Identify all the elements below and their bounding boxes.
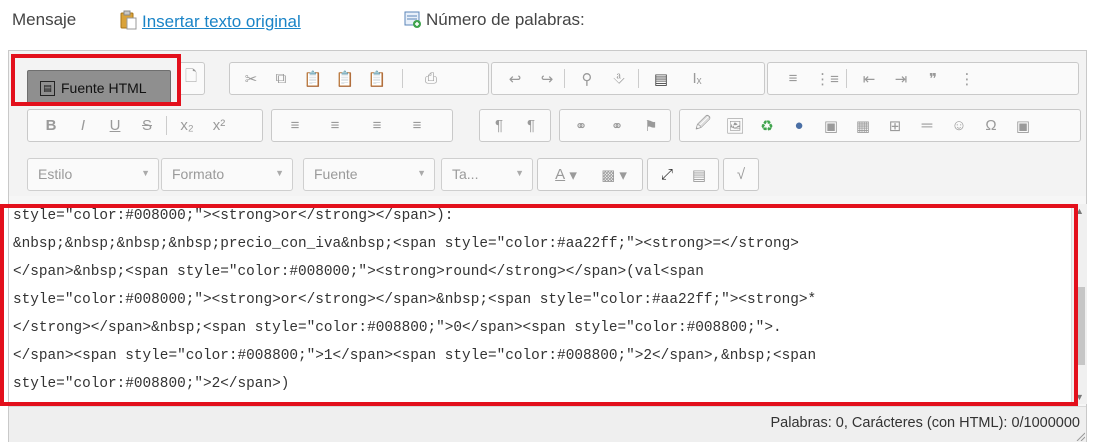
style-combo[interactable]: Estilo ▼	[27, 158, 159, 191]
format-combo-label: Formato	[172, 166, 225, 182]
outdent-icon[interactable]: ⇤	[854, 63, 884, 94]
blockquote-icon[interactable]: ❞	[918, 63, 948, 94]
numbered-list-icon[interactable]: ≡	[778, 63, 808, 94]
word-count: Número de palabras:	[404, 10, 585, 30]
undo-icon[interactable]: ↩	[500, 63, 530, 94]
iframe-icon[interactable]: ▣	[1008, 110, 1038, 141]
basic-styles-group: B I U S x₂ x²	[27, 109, 263, 142]
remove-format-icon[interactable]: Iₓ	[682, 63, 712, 94]
style-combo-label: Estilo	[38, 166, 73, 182]
underline-icon[interactable]: U	[100, 110, 130, 141]
horizontal-rule-icon[interactable]: ═	[912, 110, 942, 141]
links-group: ⚭ ⚭ ⚑	[559, 109, 671, 142]
clipboard-icon	[118, 10, 138, 30]
flash-icon[interactable]: ▦	[848, 110, 878, 141]
chevron-down-icon: ▼	[417, 168, 426, 178]
avatar-image-icon[interactable]: ●	[784, 110, 814, 141]
word-count-icon	[404, 10, 422, 28]
ltr-icon[interactable]: ¶	[484, 110, 514, 141]
source-area-highlight	[0, 204, 1078, 406]
insert-original-text-link[interactable]: Insertar texto original	[142, 12, 301, 31]
subscript-icon[interactable]: x₂	[172, 110, 202, 141]
text-color-icon[interactable]: A ▾	[544, 159, 588, 190]
mensaje-label: Mensaje	[12, 10, 77, 29]
word-count-label: Número de palabras:	[426, 10, 585, 29]
copy-icon[interactable]: ⧉	[266, 63, 296, 94]
align-left-icon[interactable]: ≡	[280, 110, 310, 141]
size-combo[interactable]: Ta... ▼	[441, 158, 533, 191]
paste-text-icon[interactable]: 📋	[330, 63, 360, 94]
math-formula-icon[interactable]: √	[726, 159, 756, 190]
image-icon[interactable]: 🖼	[720, 110, 750, 141]
paste-icon[interactable]: 📋	[298, 63, 328, 94]
clipboard-group: ✂ ⧉ 📋 📋 📋 ⎙	[229, 62, 489, 95]
div-container-icon[interactable]: ⋮	[952, 63, 982, 94]
templates-group: 🗋	[177, 62, 205, 95]
cut-icon[interactable]: ✂	[236, 63, 266, 94]
background-color-icon[interactable]: ▩ ▾	[592, 159, 636, 190]
link-icon[interactable]: ⚭	[566, 110, 596, 141]
media-icon[interactable]: ▣	[816, 110, 846, 141]
anchor-flag-icon[interactable]: ⚑	[636, 110, 666, 141]
strikethrough-icon[interactable]: S	[132, 110, 162, 141]
separator	[638, 69, 639, 88]
separator	[846, 69, 847, 88]
direction-group: ¶ ¶	[479, 109, 551, 142]
file-icon[interactable]: 🖉	[688, 110, 718, 141]
math-group: √	[723, 158, 759, 191]
justify-icon[interactable]: ≡	[402, 110, 432, 141]
colors-group: A ▾ ▩ ▾	[537, 158, 643, 191]
superscript-icon[interactable]: x²	[204, 110, 234, 141]
resize-grip-icon[interactable]	[1075, 431, 1085, 441]
size-combo-label: Ta...	[452, 166, 479, 182]
indent-icon[interactable]: ⇥	[886, 63, 916, 94]
source-button-highlight	[11, 54, 181, 106]
format-combo[interactable]: Formato ▼	[161, 158, 293, 191]
status-bar: Palabras: 0, Carácteres (con HTML): 0/10…	[9, 406, 1086, 442]
table-icon[interactable]: ⊞	[880, 110, 910, 141]
document-icon[interactable]: 🗋	[178, 63, 204, 94]
edit-group: ↩ ↪ ⚲ ⎀ ▤ Iₓ	[491, 62, 765, 95]
maximize-icon[interactable]: ⤢	[652, 159, 682, 190]
print-icon[interactable]: ⎙	[416, 63, 446, 94]
separator	[166, 116, 167, 135]
insert-group: 🖉 🖼 ♻ ● ▣ ▦ ⊞ ═ ☺ Ω ▣	[679, 109, 1081, 142]
bulleted-list-icon[interactable]: ⋮≡	[812, 63, 842, 94]
align-right-icon[interactable]: ≡	[362, 110, 392, 141]
align-center-icon[interactable]: ≡	[320, 110, 350, 141]
character-count: Palabras: 0, Carácteres (con HTML): 0/10…	[770, 415, 1080, 431]
recycle-image-icon[interactable]: ♻	[752, 110, 782, 141]
message-header: Mensaje Insertar texto original Número d…	[0, 0, 1097, 50]
find-icon[interactable]: ⚲	[572, 63, 602, 94]
paragraph-group: ≡ ⋮≡ ⇤ ⇥ ❞ ⋮	[767, 62, 1079, 95]
unlink-icon[interactable]: ⚭	[602, 110, 632, 141]
insert-original-text[interactable]: Insertar texto original	[118, 10, 301, 32]
align-group: ≡ ≡ ≡ ≡	[271, 109, 453, 142]
font-combo[interactable]: Fuente ▼	[303, 158, 435, 191]
show-blocks-icon[interactable]: ▤	[684, 159, 714, 190]
select-all-icon[interactable]: ▤	[646, 63, 676, 94]
special-char-icon[interactable]: Ω	[976, 110, 1006, 141]
tools-group: ⤢ ▤	[647, 158, 719, 191]
font-combo-label: Fuente	[314, 166, 358, 182]
replace-icon[interactable]: ⎀	[604, 63, 634, 94]
smiley-icon[interactable]: ☺	[944, 110, 974, 141]
chevron-down-icon: ▼	[141, 168, 150, 178]
separator	[564, 69, 565, 88]
paste-word-icon[interactable]: 📋	[362, 63, 392, 94]
rtl-icon[interactable]: ¶	[516, 110, 546, 141]
redo-icon[interactable]: ↪	[532, 63, 562, 94]
italic-icon[interactable]: I	[68, 110, 98, 141]
separator	[402, 69, 403, 88]
chevron-down-icon: ▼	[275, 168, 284, 178]
bold-icon[interactable]: B	[36, 110, 66, 141]
chevron-down-icon: ▼	[515, 168, 524, 178]
